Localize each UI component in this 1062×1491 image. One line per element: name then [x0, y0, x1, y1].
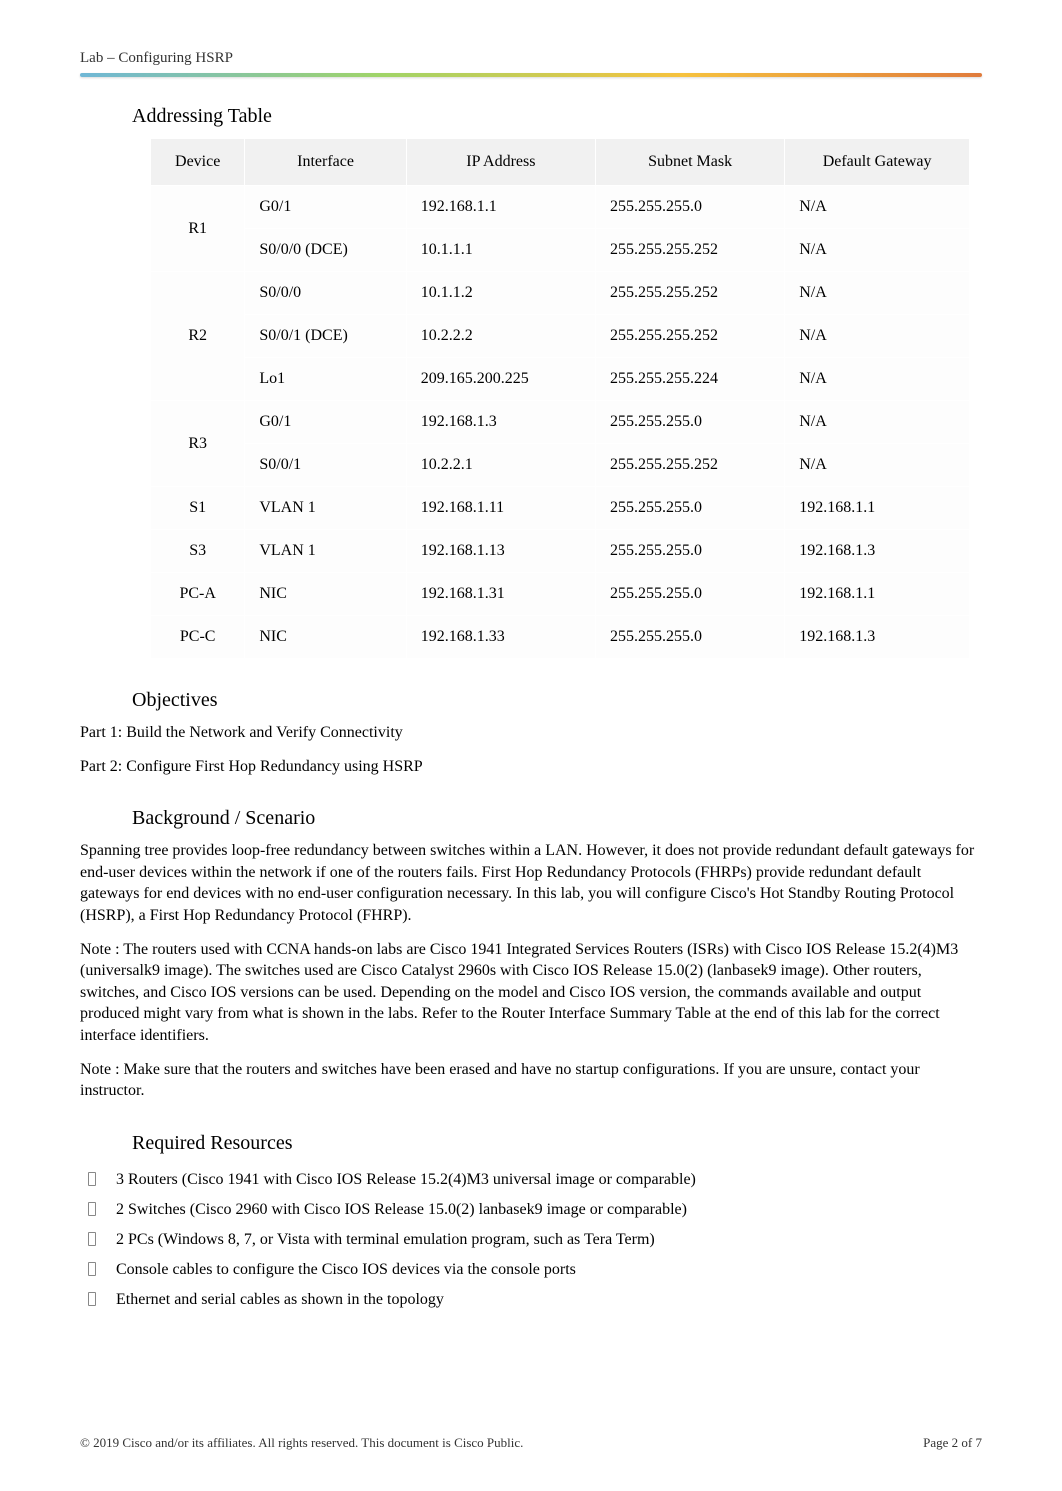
cell-device: PC-C: [151, 616, 245, 659]
cell-interface: G0/1: [245, 401, 406, 444]
cell-ip: 209.165.200.225: [406, 358, 595, 401]
cell-gateway: N/A: [785, 315, 970, 358]
table-row: PC-ANIC192.168.1.31255.255.255.0192.168.…: [151, 573, 970, 616]
resources-list: 3 Routers (Cisco 1941 with Cisco IOS Rel…: [80, 1165, 982, 1315]
list-item: 2 PCs (Windows 8, 7, or Vista with termi…: [80, 1225, 982, 1255]
table-row: R2S0/0/010.1.1.2255.255.255.252N/A: [151, 272, 970, 315]
col-device: Device: [151, 139, 245, 186]
cell-gateway: 192.168.1.1: [785, 573, 970, 616]
cell-interface: G0/1: [245, 186, 406, 229]
cell-mask: 255.255.255.252: [596, 229, 785, 272]
cell-device: PC-A: [151, 573, 245, 616]
table-row: S1VLAN 1192.168.1.11255.255.255.0192.168…: [151, 487, 970, 530]
cell-ip: 192.168.1.31: [406, 573, 595, 616]
table-row: S0/0/0 (DCE)10.1.1.1255.255.255.252N/A: [151, 229, 970, 272]
table-row: R3G0/1192.168.1.3255.255.255.0N/A: [151, 401, 970, 444]
background-p2: Note : The routers used with CCNA hands-…: [80, 939, 982, 1047]
cell-ip: 10.1.1.1: [406, 229, 595, 272]
cell-gateway: N/A: [785, 401, 970, 444]
cell-device: S1: [151, 487, 245, 530]
cell-mask: 255.255.255.0: [596, 530, 785, 573]
cell-mask: 255.255.255.0: [596, 487, 785, 530]
cell-ip: 192.168.1.11: [406, 487, 595, 530]
table-row: S0/0/110.2.2.1255.255.255.252N/A: [151, 444, 970, 487]
resources-heading: Required Resources: [132, 1132, 982, 1155]
cell-mask: 255.255.255.224: [596, 358, 785, 401]
footer-copyright: © 2019 Cisco and/or its affiliates. All …: [80, 1435, 523, 1451]
cell-device: R2: [151, 272, 245, 401]
cell-device: S3: [151, 530, 245, 573]
objectives-part2: Part 2: Configure First Hop Redundancy u…: [80, 756, 982, 778]
cell-ip: 192.168.1.3: [406, 401, 595, 444]
cell-interface: NIC: [245, 573, 406, 616]
cell-mask: 255.255.255.0: [596, 401, 785, 444]
col-ip: IP Address: [406, 139, 595, 186]
cell-gateway: 192.168.1.3: [785, 616, 970, 659]
cell-mask: 255.255.255.252: [596, 272, 785, 315]
cell-ip: 10.1.1.2: [406, 272, 595, 315]
cell-interface: Lo1: [245, 358, 406, 401]
addressing-table: Device Interface IP Address Subnet Mask …: [150, 138, 970, 659]
col-mask: Subnet Mask: [596, 139, 785, 186]
background-heading: Background / Scenario: [132, 807, 982, 830]
cell-ip: 10.2.2.2: [406, 315, 595, 358]
cell-gateway: N/A: [785, 358, 970, 401]
table-row: S3VLAN 1192.168.1.13255.255.255.0192.168…: [151, 530, 970, 573]
list-item: Console cables to configure the Cisco IO…: [80, 1255, 982, 1285]
cell-mask: 255.255.255.0: [596, 573, 785, 616]
cell-interface: S0/0/1 (DCE): [245, 315, 406, 358]
cell-mask: 255.255.255.252: [596, 444, 785, 487]
objectives-part1: Part 1: Build the Network and Verify Con…: [80, 722, 982, 744]
cell-mask: 255.255.255.252: [596, 315, 785, 358]
cell-ip: 192.168.1.33: [406, 616, 595, 659]
addressing-table-heading: Addressing Table: [132, 105, 982, 128]
cell-interface: S0/0/0 (DCE): [245, 229, 406, 272]
table-row: S0/0/1 (DCE)10.2.2.2255.255.255.252N/A: [151, 315, 970, 358]
background-p3: Note : Make sure that the routers and sw…: [80, 1059, 982, 1102]
cell-interface: VLAN 1: [245, 487, 406, 530]
cell-ip: 10.2.2.1: [406, 444, 595, 487]
cell-interface: S0/0/1: [245, 444, 406, 487]
table-row: PC-CNIC192.168.1.33255.255.255.0192.168.…: [151, 616, 970, 659]
table-row: Lo1209.165.200.225255.255.255.224N/A: [151, 358, 970, 401]
cell-device: R1: [151, 186, 245, 272]
page-header: Lab – Configuring HSRP: [80, 50, 982, 73]
cell-gateway: N/A: [785, 229, 970, 272]
footer-page: Page 2 of 7: [923, 1435, 982, 1451]
cell-gateway: 192.168.1.3: [785, 530, 970, 573]
cell-ip: 192.168.1.1: [406, 186, 595, 229]
table-row: R1G0/1192.168.1.1255.255.255.0N/A: [151, 186, 970, 229]
list-item: Ethernet and serial cables as shown in t…: [80, 1285, 982, 1315]
cell-gateway: 192.168.1.1: [785, 487, 970, 530]
cell-mask: 255.255.255.0: [596, 186, 785, 229]
col-gateway: Default Gateway: [785, 139, 970, 186]
list-item: 3 Routers (Cisco 1941 with Cisco IOS Rel…: [80, 1165, 982, 1195]
cell-interface: S0/0/0: [245, 272, 406, 315]
cell-gateway: N/A: [785, 444, 970, 487]
cell-interface: NIC: [245, 616, 406, 659]
background-p1: Spanning tree provides loop-free redunda…: [80, 840, 982, 926]
cell-ip: 192.168.1.13: [406, 530, 595, 573]
col-interface: Interface: [245, 139, 406, 186]
cell-interface: VLAN 1: [245, 530, 406, 573]
objectives-heading: Objectives: [132, 689, 982, 712]
header-rule: [80, 73, 982, 77]
list-item: 2 Switches (Cisco 2960 with Cisco IOS Re…: [80, 1195, 982, 1225]
cell-device: R3: [151, 401, 245, 487]
cell-mask: 255.255.255.0: [596, 616, 785, 659]
cell-gateway: N/A: [785, 186, 970, 229]
cell-gateway: N/A: [785, 272, 970, 315]
